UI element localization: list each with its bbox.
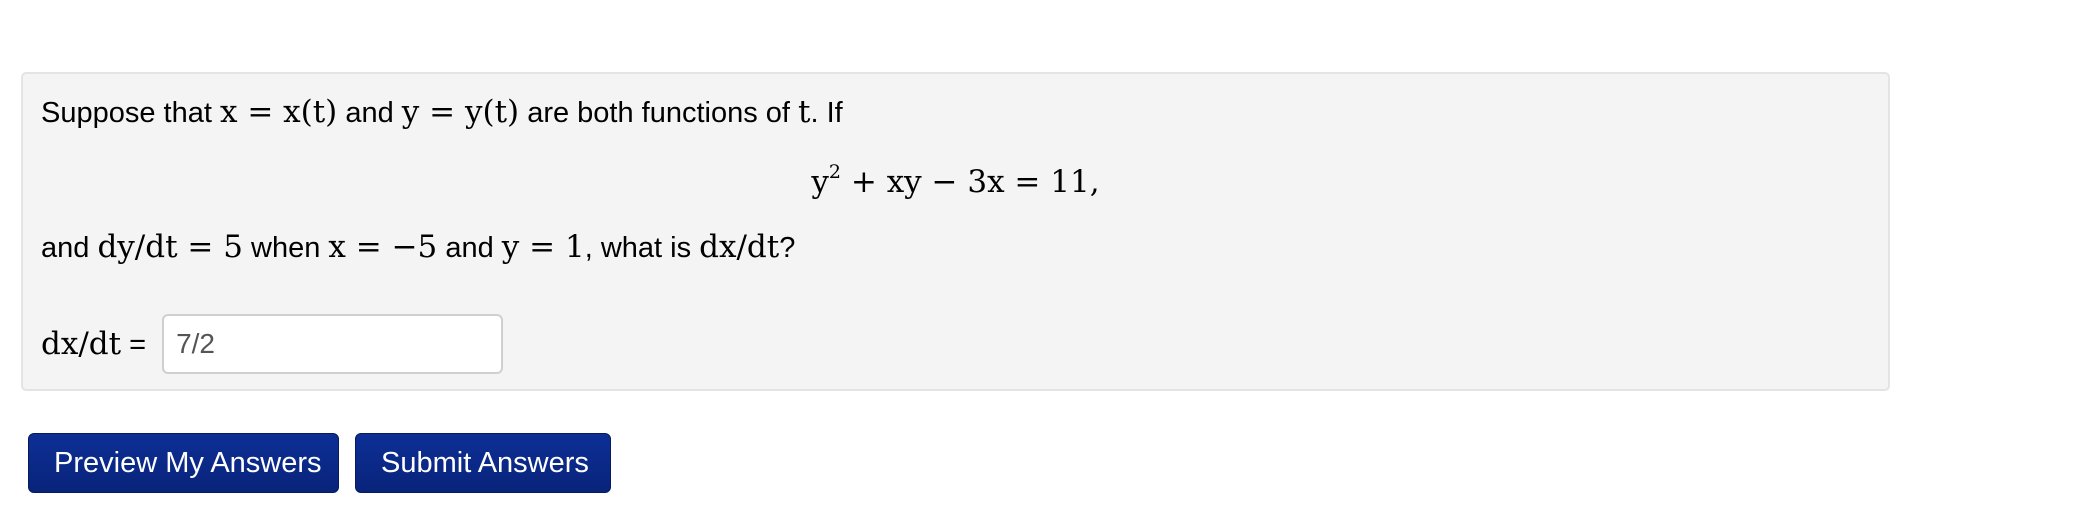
- math-dy-dt: dy/dt = 5: [97, 229, 243, 265]
- math-y-value: y = 1: [501, 229, 585, 265]
- answer-row: dx/dt =: [41, 314, 504, 374]
- answer-label-equals: =: [121, 329, 147, 361]
- statement-text: are both functions of: [519, 97, 799, 129]
- submit-answers-button[interactable]: Submit Answers: [355, 433, 611, 493]
- math-x-value: x = −5: [328, 229, 438, 265]
- answer-label-math: dx/dt: [41, 326, 122, 362]
- answer-label: dx/dt =: [41, 326, 146, 362]
- problem-statement-line-2: and dy/dt = 5 when x = −5 and y = 1, wha…: [41, 227, 795, 268]
- statement-text: and: [437, 232, 502, 264]
- statement-text: Suppose that: [41, 97, 220, 129]
- math-dx-dt: dx/dt: [699, 229, 780, 265]
- statement-text: , what is: [584, 232, 700, 264]
- preview-answers-button[interactable]: Preview My Answers: [28, 433, 339, 493]
- problem-statement-line-1: Suppose that x = x(t) and y = y(t) are b…: [41, 92, 843, 133]
- statement-text: ?: [779, 232, 796, 264]
- answer-input[interactable]: [162, 314, 504, 374]
- statement-text: . If: [810, 97, 843, 129]
- statement-text: and: [337, 97, 402, 129]
- statement-text: and: [41, 232, 98, 264]
- display-equation: y2 + xy − 3x = 11,: [23, 162, 1888, 202]
- math-x-of-t: x = x(t): [219, 94, 338, 130]
- statement-text: when: [242, 232, 329, 264]
- problem-box: Suppose that x = x(t) and y = y(t) are b…: [21, 72, 1890, 391]
- equation-exponent: 2: [828, 161, 842, 183]
- math-y-of-t: y = y(t): [401, 94, 520, 130]
- equation-rest: + xy − 3x = 11,: [841, 164, 1100, 200]
- equation-base: y: [811, 164, 829, 200]
- math-t: t: [798, 94, 811, 130]
